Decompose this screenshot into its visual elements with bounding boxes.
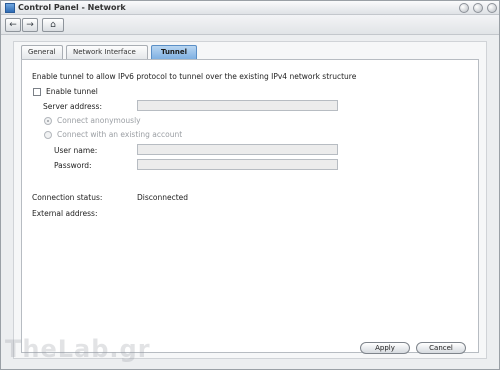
apply-button[interactable]: Apply bbox=[360, 342, 410, 354]
title-bar: Control Panel - Network bbox=[1, 1, 499, 15]
window-title: Control Panel - Network bbox=[18, 3, 126, 12]
tab-network-interface[interactable]: Network Interface bbox=[66, 45, 148, 59]
external-address-label: External address: bbox=[32, 209, 98, 218]
connect-anonymously-label: Connect anonymously bbox=[57, 116, 141, 125]
toolbar: ← → ⌂ bbox=[1, 15, 499, 35]
arrow-right-icon: → bbox=[26, 20, 34, 30]
password-label: Password: bbox=[54, 161, 92, 170]
tab-general[interactable]: General bbox=[21, 45, 63, 59]
enable-tunnel-label: Enable tunnel bbox=[46, 87, 98, 96]
connect-anonymously-radio[interactable] bbox=[44, 117, 52, 125]
back-button[interactable]: ← bbox=[5, 18, 21, 32]
connect-existing-account-label: Connect with an existing account bbox=[57, 130, 183, 139]
server-address-label: Server address: bbox=[43, 102, 102, 111]
password-input[interactable] bbox=[137, 159, 338, 170]
server-address-input[interactable] bbox=[137, 100, 338, 111]
close-button[interactable] bbox=[487, 3, 497, 13]
cancel-button[interactable]: Cancel bbox=[416, 342, 466, 354]
arrow-left-icon: ← bbox=[9, 20, 17, 30]
control-panel-window: Control Panel - Network ← → ⌂ General Ne… bbox=[0, 0, 500, 370]
watermark-logo: TheLab.gr bbox=[5, 335, 151, 363]
home-button[interactable]: ⌂ bbox=[42, 18, 64, 32]
connection-status-value: Disconnected bbox=[137, 193, 189, 202]
enable-tunnel-checkbox[interactable] bbox=[33, 88, 41, 96]
control-panel-icon bbox=[5, 3, 15, 13]
home-icon: ⌂ bbox=[50, 20, 56, 30]
tab-tunnel[interactable]: Tunnel bbox=[151, 45, 197, 59]
minimize-button[interactable] bbox=[459, 3, 469, 13]
maximize-button[interactable] bbox=[473, 3, 483, 13]
tunnel-panel: Enable tunnel to allow IPv6 protocol to … bbox=[21, 59, 479, 353]
connection-status-label: Connection status: bbox=[32, 193, 103, 202]
forward-button[interactable]: → bbox=[22, 18, 38, 32]
tunnel-description: Enable tunnel to allow IPv6 protocol to … bbox=[32, 72, 357, 81]
username-input[interactable] bbox=[137, 144, 338, 155]
connect-existing-account-radio[interactable] bbox=[44, 131, 52, 139]
username-label: User name: bbox=[54, 146, 98, 155]
content-area: General Network Interface Tunnel Enable … bbox=[13, 41, 487, 359]
